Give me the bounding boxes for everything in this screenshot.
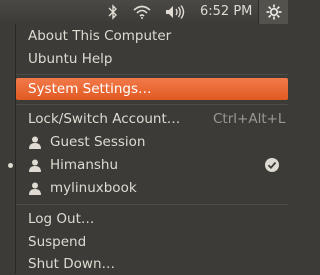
menu-separator: [16, 204, 288, 205]
menu-item-logout[interactable]: Log Out…: [16, 208, 288, 230]
user-name: Guest Session: [50, 134, 146, 150]
user-item-guest[interactable]: Guest Session: [16, 131, 288, 153]
menu-separator: [16, 104, 288, 105]
shortcut-label: Ctrl+Alt+L: [213, 111, 286, 127]
menu-item-lock[interactable]: Lock/Switch Account… Ctrl+Alt+L: [16, 108, 288, 130]
menu-separator: [16, 74, 288, 75]
menu-item-shutdown[interactable]: Shut Down…: [16, 253, 288, 275]
user-item-himanshu[interactable]: Himanshu: [8, 154, 288, 176]
menu-item-label: About This Computer: [28, 28, 172, 44]
user-item-mylinuxbook[interactable]: mylinuxbook: [16, 177, 288, 199]
gear-icon[interactable]: [258, 0, 288, 24]
person-icon: [29, 182, 41, 195]
menu-item-label: Lock/Switch Account…: [28, 111, 181, 127]
bluetooth-icon[interactable]: [106, 3, 120, 21]
user-name: Himanshu: [50, 157, 119, 173]
menu-item-label: Log Out…: [28, 211, 95, 227]
menu-item-label: Ubuntu Help: [28, 51, 113, 67]
active-user-bullet-icon: [8, 163, 13, 168]
top-panel: 6:52 PM: [0, 0, 288, 24]
person-icon: [29, 136, 41, 149]
menu-item-label: Suspend: [28, 234, 87, 250]
menu-item-label: Shut Down…: [28, 256, 116, 272]
menu-item-system-settings[interactable]: System Settings…: [16, 78, 288, 100]
clock[interactable]: 6:52 PM: [200, 4, 252, 20]
checkmark-icon: [265, 158, 279, 172]
menu-item-label: System Settings…: [28, 81, 152, 97]
menu-item-help[interactable]: Ubuntu Help: [16, 48, 288, 70]
session-menu: About This Computer Ubuntu Help System S…: [8, 24, 288, 275]
wifi-icon[interactable]: [131, 3, 153, 21]
menu-item-suspend[interactable]: Suspend: [16, 231, 288, 253]
menu-item-about[interactable]: About This Computer: [16, 25, 288, 47]
person-icon: [29, 159, 41, 172]
user-name: mylinuxbook: [50, 180, 137, 196]
volume-icon[interactable]: [163, 3, 187, 21]
